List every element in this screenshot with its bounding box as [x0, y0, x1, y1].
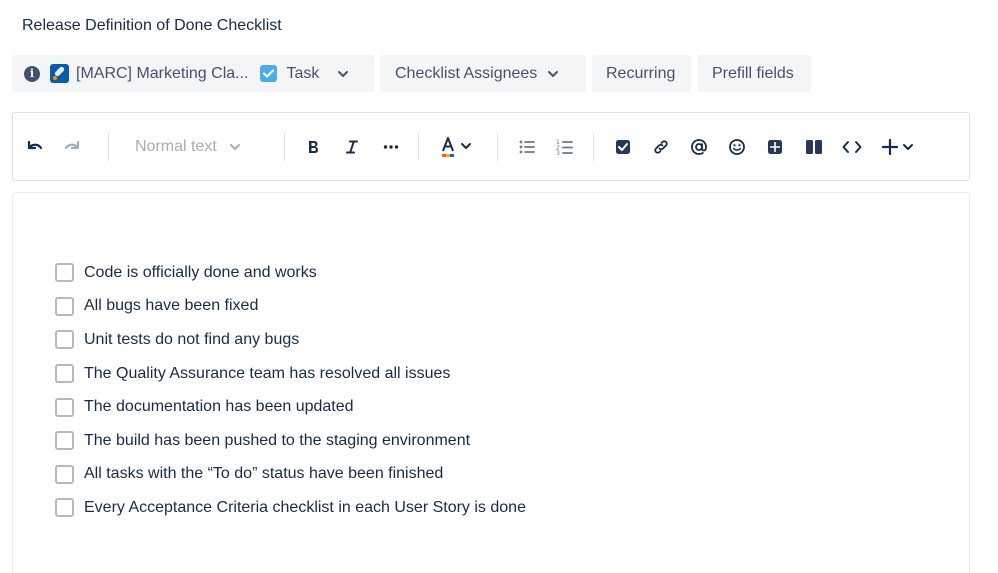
toolbar-divider [497, 133, 498, 161]
link-icon[interactable] [649, 113, 673, 180]
checklist-item: Unit tests do not find any bugs [55, 323, 526, 357]
redo-icon[interactable] [60, 113, 84, 180]
chevron-down-icon [545, 66, 561, 82]
recurring-button[interactable]: Recurring [592, 55, 691, 92]
checklist-assignees-label: Checklist Assignees [395, 64, 538, 82]
checklist-item-checkbox[interactable] [55, 498, 74, 518]
checklist-item: The build has been pushed to the staging… [55, 424, 526, 458]
chevron-down-icon [229, 143, 241, 151]
prefill-fields-label: Prefill fields [712, 64, 794, 82]
insert-plus-icon[interactable] [879, 113, 919, 180]
checklist-item-checkbox[interactable] [55, 431, 74, 451]
project-name: [MARC] Marketing Cla... [76, 64, 249, 82]
task-type-icon [260, 65, 278, 82]
checklist-item-text[interactable]: Every Acceptance Criteria checklist in e… [84, 499, 526, 517]
emoji-icon[interactable] [725, 113, 749, 180]
bullet-list-icon[interactable] [515, 113, 539, 180]
checklist-item: All bugs have been fixed [55, 290, 526, 324]
checklist-item-checkbox[interactable] [55, 263, 74, 283]
checklist-assignees-button[interactable]: Checklist Assignees [380, 55, 586, 92]
toolbar-divider [284, 133, 285, 161]
checklist-item-text[interactable]: All tasks with the “To do” status have b… [84, 465, 443, 483]
text-style-select[interactable]: Normal text [135, 113, 241, 180]
text-style-label: Normal text [135, 137, 217, 155]
italic-icon[interactable] [340, 113, 364, 180]
checklist-item-checkbox[interactable] [55, 364, 74, 384]
checklist-item: The Quality Assurance team has resolved … [55, 357, 526, 391]
checklist-item-checkbox[interactable] [55, 464, 74, 484]
toolbar-divider [108, 133, 109, 161]
action-item-icon[interactable] [611, 113, 635, 180]
prefill-fields-button[interactable]: Prefill fields [698, 55, 811, 92]
checklist-editor[interactable]: Code is officially done and works All bug… [12, 192, 970, 573]
toolbar-divider [593, 133, 594, 161]
layout-icon[interactable] [802, 113, 826, 180]
checklist-item-checkbox[interactable] [55, 330, 74, 350]
code-icon[interactable] [840, 113, 864, 180]
numbered-list-icon[interactable]: 123 [553, 113, 577, 180]
checklist-item-text[interactable]: The build has been pushed to the staging… [84, 432, 470, 450]
checklist-item-text[interactable]: Code is officially done and works [84, 264, 317, 282]
chevron-down-icon[interactable] [335, 66, 351, 82]
info-icon[interactable]: i [24, 65, 40, 82]
undo-icon[interactable] [23, 113, 47, 180]
checklist-item: Every Acceptance Criteria checklist in e… [55, 491, 526, 525]
mention-icon[interactable] [687, 113, 711, 180]
issue-picker[interactable]: i [MARC] Marketing Cla... Task [12, 55, 374, 92]
more-formatting-icon[interactable] [379, 113, 403, 180]
project-rocket-icon [50, 64, 69, 83]
checklist-item-text[interactable]: All bugs have been fixed [84, 297, 258, 315]
checklist-item: Code is officially done and works [55, 256, 526, 290]
checklist-item-text[interactable]: Unit tests do not find any bugs [84, 331, 299, 349]
page-title: Release Definition of Done Checklist [22, 17, 282, 34]
checklist-item-text[interactable]: The documentation has been updated [84, 398, 354, 416]
checklist-items: Code is officially done and works All bug… [55, 256, 526, 525]
checklist-item-checkbox[interactable] [55, 397, 74, 417]
svg-text:3: 3 [556, 150, 560, 156]
bold-icon[interactable] [301, 113, 325, 180]
text-color-icon[interactable] [437, 113, 477, 180]
editor-toolbar: Normal text 123 [12, 112, 970, 181]
toolbar-divider [418, 133, 419, 161]
checklist-item: The documentation has been updated [55, 390, 526, 424]
checklist-item: All tasks with the “To do” status have b… [55, 458, 526, 492]
table-icon[interactable] [763, 113, 787, 180]
checklist-item-text[interactable]: The Quality Assurance team has resolved … [84, 365, 450, 383]
recurring-label: Recurring [606, 64, 676, 82]
checklist-item-checkbox[interactable] [55, 296, 74, 316]
issue-type-label: Task [286, 64, 320, 82]
